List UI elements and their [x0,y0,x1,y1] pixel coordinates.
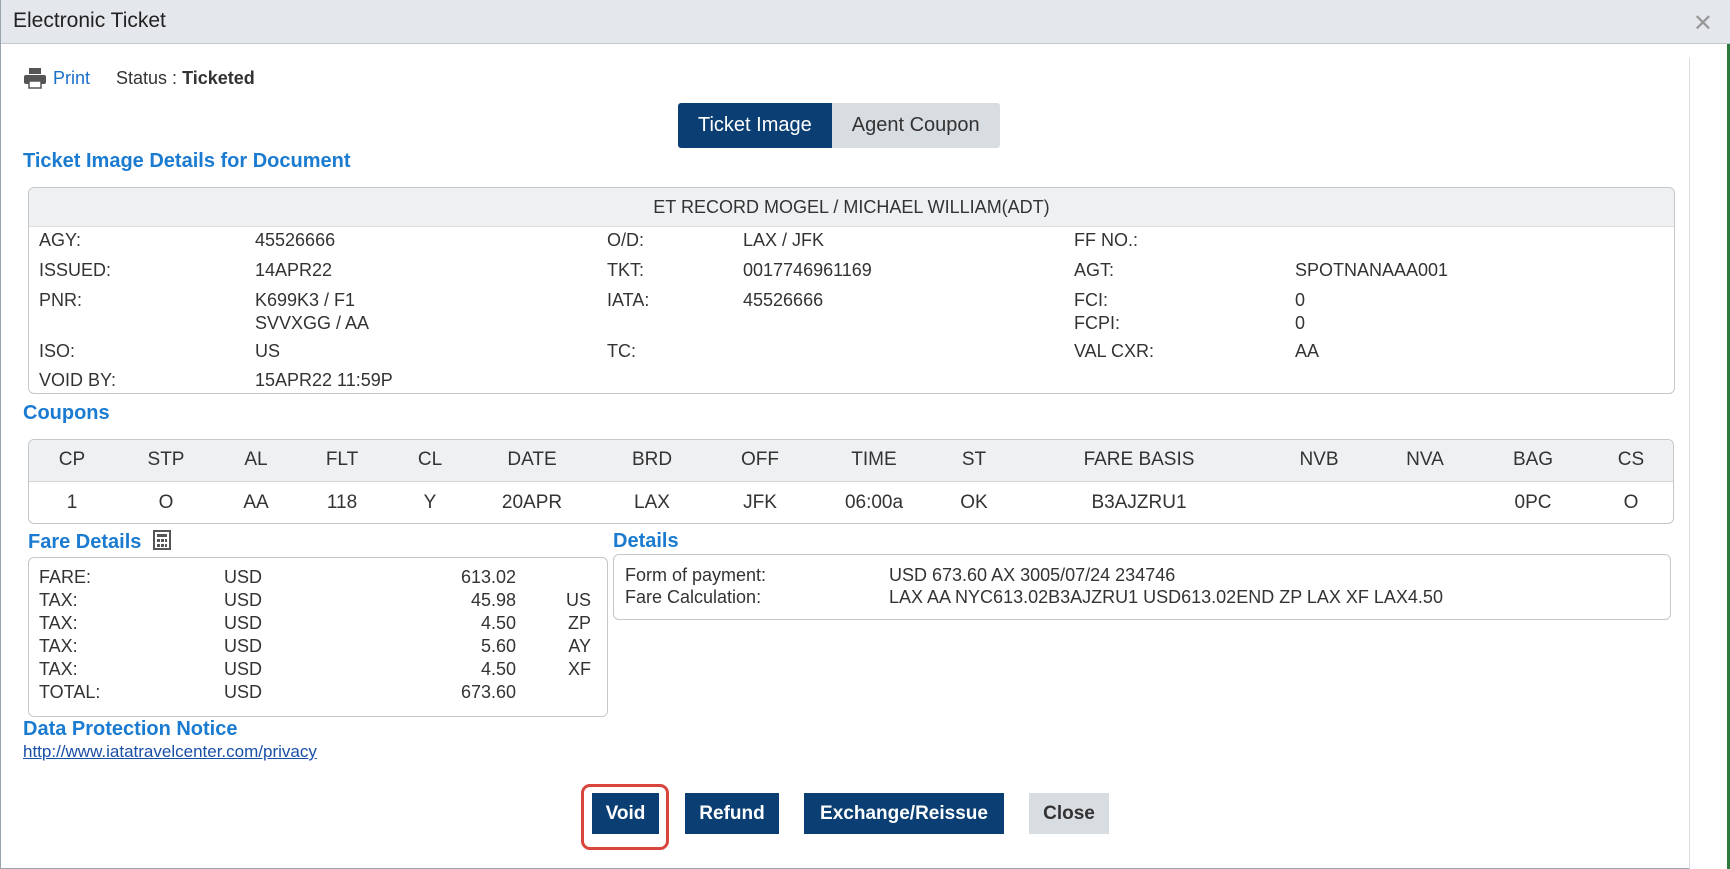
coupon-cell-brd: LAX [634,492,670,513]
pnr-label: PNR: [39,290,83,310]
fare-calculation-label: Fare Calculation: [625,587,762,607]
fare-row-currency: USD [224,613,263,633]
print-link[interactable]: Print [23,67,90,89]
dialog-title: Electronic Ticket [13,9,166,32]
void-by-label: VOID BY: [39,370,117,390]
fci-label: FCI: [1074,290,1108,310]
column-header-st: ST [961,449,987,470]
coupon-cell-st: OK [960,492,988,513]
fare-row-label: TOTAL: [39,682,101,702]
coupon-cell-cs: O [1623,492,1639,513]
et-record-header: ET RECORD MOGEL / MICHAEL WILLIAM(ADT) [29,188,1674,227]
iata-label: IATA: [607,290,650,310]
ticket-status: Status : Ticketed [116,68,255,89]
coupons-table: CP STP AL FLT CL DATE BRD OFF TIME ST FARE BASIS NV… [28,439,1674,524]
fare-row-label: TAX: [39,659,78,679]
coupon-cell-date: 20APR [501,492,563,513]
form-of-payment-label: Form of payment: [625,565,767,585]
fare-calculation-value: LAX AA NYC613.02B3AJZRU1 USD613.02END ZP… [889,587,1443,607]
ffno-label: FF NO.: [1074,230,1138,250]
column-header-cs: CS [1617,449,1645,470]
column-header-date: DATE [507,449,557,470]
view-toggle: Ticket Image Agent Coupon [678,103,1000,148]
refund-button[interactable]: Refund [685,793,779,834]
fare-row-code: XF [567,659,591,679]
scrollbar[interactable] [1689,58,1730,869]
fare-row-code: ZP [567,613,591,633]
pnr-value-1: K699K3 / F1 [255,290,356,310]
data-protection-heading: Data Protection Notice [23,718,238,740]
tab-agent-coupon[interactable]: Agent Coupon [831,103,1000,148]
coupons-heading: Coupons [23,402,110,424]
od-label: O/D: [607,230,645,250]
fare-row-label: FARE: [39,567,92,587]
fare-details-title: Fare Details [28,531,142,553]
pnr-value-2: SVVXGG / AA [255,313,370,333]
fare-row-currency: USD [224,682,263,702]
issued-value: 14APR22 [255,260,333,280]
fare-row-amount: 613.02 [460,567,516,587]
fare-row-currency: USD [224,567,263,587]
agy-label: AGY: [39,230,82,250]
fare-row-amount: 4.50 [480,659,516,679]
fare-row-currency: USD [224,636,263,656]
print-label: Print [53,67,91,88]
coupon-cell-off: JFK [743,492,777,513]
iso-value: US [255,341,281,361]
column-header-nva: NVA [1406,449,1444,470]
issued-label: ISSUED: [39,260,112,280]
close-icon[interactable]: ✕ [1693,9,1713,38]
exchange-reissue-button[interactable]: Exchange/Reissue [804,793,1004,834]
od-value: LAX / JFK [743,230,825,250]
close-button[interactable]: Close [1029,793,1109,834]
fare-row-amount: 4.50 [480,613,516,633]
printer-icon [24,68,46,89]
tkt-label: TKT: [607,260,645,280]
agt-value: SPOTNANAAA001 [1295,260,1449,280]
tkt-value: 0017746961169 [743,260,872,280]
status-value: Ticketed [182,67,255,88]
fare-row-amount: 45.98 [470,590,516,610]
void-by-value: 15APR22 11:59P [255,370,393,390]
agy-value: 45526666 [255,230,336,250]
ticket-section-heading: Ticket Image Details for Document [23,150,351,172]
fcpi-value: 0 [1295,313,1306,333]
coupon-cell-fare-basis: B3AJZRU1 [1091,492,1187,513]
column-header-brd: BRD [631,449,673,470]
column-header-fare-basis: FARE BASIS [1083,449,1195,470]
agt-label: AGT: [1074,260,1115,280]
iso-label: ISO: [39,341,76,361]
fare-row-code: AY [568,636,591,656]
iata-value: 45526666 [743,290,824,310]
form-of-payment-value: USD 673.60 AX 3005/07/24 234746 [889,565,1176,585]
tc-label: TC: [607,341,636,361]
fare-row-label: TAX: [39,590,78,610]
fare-row-label: TAX: [39,613,78,633]
details-panel: Form of payment: USD 673.60 AX 3005/07/2… [613,554,1671,620]
fci-value: 0 [1295,290,1306,310]
valcxr-value: AA [1295,341,1320,361]
fcpi-label: FCPI: [1074,313,1121,333]
fare-row-label: TAX: [39,636,78,656]
dialog-titlebar: Electronic Ticket ✕ [1,0,1730,44]
column-header-off: OFF [741,449,779,470]
status-label: Status : [116,67,183,88]
details-heading: Details [613,530,679,552]
toolbar: Print Status : Ticketed [23,67,255,89]
fare-row-currency: USD [224,659,263,679]
privacy-link[interactable]: http://www.iatatravelcenter.com/privacy [23,742,317,762]
valcxr-label: VAL CXR: [1074,341,1155,361]
fare-row-currency: USD [224,590,263,610]
fare-details-heading: Fare Details [28,530,171,554]
fare-details-panel [28,557,608,717]
tab-ticket-image[interactable]: Ticket Image [678,103,832,148]
electronic-ticket-dialog: Electronic Ticket ✕ Print Status : Ticke… [0,0,1730,869]
fare-row-amount: 673.60 [460,682,516,702]
fare-row-amount: 5.60 [480,636,516,656]
calculator-icon[interactable] [152,530,171,550]
fare-row-code: US [565,590,591,610]
void-button[interactable]: Void [592,793,659,834]
column-header-nvb: NVB [1299,449,1339,470]
